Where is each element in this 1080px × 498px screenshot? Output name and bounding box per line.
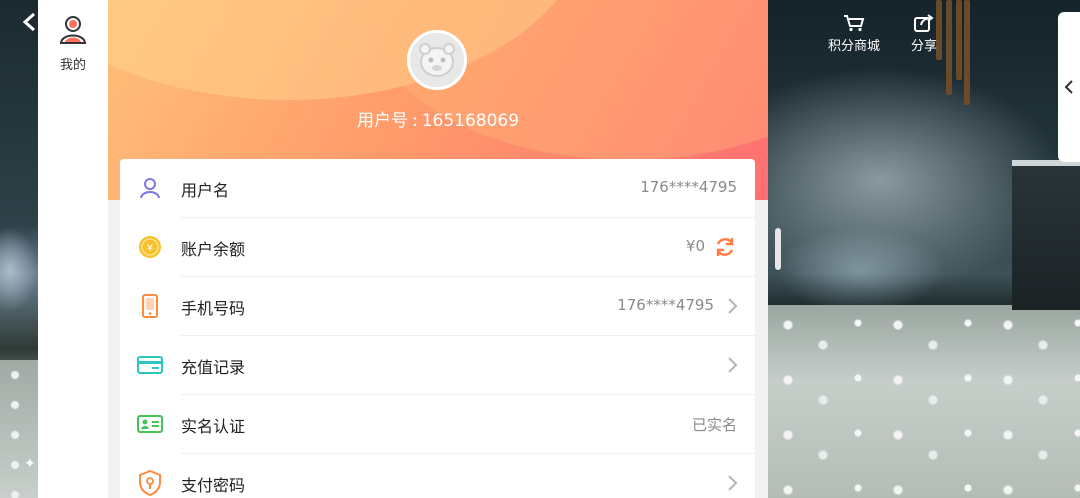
user-id-label: 用户号: [356, 111, 408, 131]
chevron-left-icon[interactable]: [22, 12, 42, 36]
row-payment-password[interactable]: 支付密码: [120, 454, 755, 498]
row-label: 支付密码: [181, 476, 246, 495]
row-value: 176****4795: [640, 178, 737, 196]
flower-field-left: [0, 360, 38, 498]
row-username[interactable]: 用户名 176****4795: [120, 159, 755, 218]
account-panel: 用户号:165168069 用户名 176****4795 ¥ 账户余额 ¥0 …: [108, 0, 768, 498]
row-label: 实名认证: [181, 417, 246, 436]
row-phone[interactable]: 手机号码 176****4795: [120, 277, 755, 336]
avatar[interactable]: [407, 30, 467, 90]
row-balance[interactable]: ¥ 账户余额 ¥0: [120, 218, 755, 277]
share-label: 分享: [911, 39, 938, 54]
sidebar: 我的: [22, 0, 108, 498]
row-label: 充值记录: [181, 358, 246, 377]
svg-text:¥: ¥: [147, 243, 153, 254]
account-info-list: 用户名 176****4795 ¥ 账户余额 ¥0 手机号码 176****47…: [120, 159, 755, 498]
side-drawer-tab[interactable]: [1058, 12, 1080, 162]
pavilion: [1012, 160, 1080, 310]
row-value: 已实名: [691, 416, 737, 434]
cart-icon: [843, 14, 865, 32]
row-value: 176****4795: [617, 296, 714, 314]
row-label: 账户余额: [181, 240, 246, 259]
refresh-icon[interactable]: [713, 235, 737, 259]
user-id-separator: :: [411, 111, 418, 131]
user-profile-icon[interactable]: [59, 15, 87, 45]
chevron-right-icon: [725, 297, 739, 315]
user-icon: [137, 175, 163, 201]
share-icon: [913, 14, 935, 32]
chevron-left-icon: [1064, 80, 1073, 94]
chevron-right-icon: [725, 356, 739, 374]
panel-resize-handle[interactable]: [775, 228, 781, 270]
user-id: 用户号:165168069: [108, 106, 768, 131]
id-card-icon: [137, 411, 163, 437]
tab-mine-label[interactable]: 我的: [38, 54, 108, 73]
row-real-name[interactable]: 实名认证 已实名: [120, 395, 755, 454]
share-button[interactable]: 分享: [911, 14, 937, 54]
phone-icon: [137, 293, 163, 319]
chevron-right-icon: [725, 474, 739, 492]
star-icon: ✦: [24, 456, 36, 472]
row-recharge-records[interactable]: 充值记录: [120, 336, 755, 395]
row-value: ¥0: [685, 237, 705, 255]
coin-icon: ¥: [137, 234, 163, 260]
user-id-value: 165168069: [421, 111, 520, 131]
row-label: 手机号码: [181, 299, 246, 318]
row-label: 用户名: [181, 181, 230, 200]
shield-lock-icon: [137, 470, 163, 496]
wind-chime: [932, 0, 972, 115]
flower-field: [768, 305, 1080, 498]
points-mall-label: 积分商城: [828, 39, 881, 54]
points-mall-button[interactable]: 积分商城: [828, 14, 880, 54]
card-icon: [137, 352, 163, 378]
